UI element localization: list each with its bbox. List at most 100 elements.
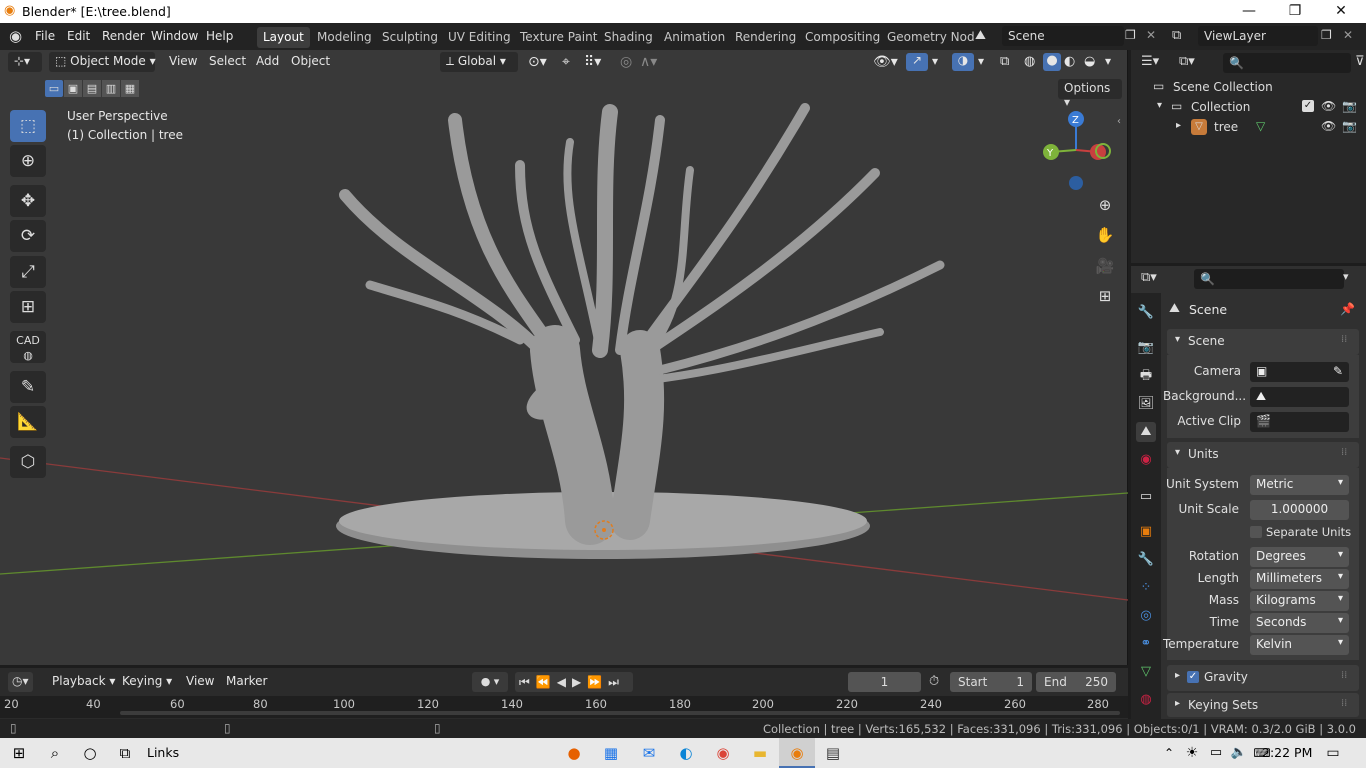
collapse-chevron-icon[interactable]: ▾: [1157, 100, 1162, 111]
object-render-camera-icon[interactable]: 📷: [1342, 119, 1357, 133]
remove-viewlayer-icon[interactable]: ✕: [1343, 28, 1353, 42]
render-tab-icon[interactable]: 📷: [1136, 338, 1156, 358]
select-box-tool[interactable]: ⬚: [10, 110, 46, 142]
start-frame-field[interactable]: Start 1: [950, 672, 1032, 692]
gravity-panel-header[interactable]: ▸ ✓ Gravity ⁞⁞: [1167, 665, 1359, 691]
edge-icon[interactable]: ◐: [675, 743, 697, 763]
scale-tool[interactable]: ⤢: [10, 256, 46, 288]
task-view-icon[interactable]: ⧉: [114, 743, 136, 763]
transform-orientation[interactable]: ⟂ Global ▾: [440, 52, 518, 72]
brightness-icon[interactable]: ☀: [1181, 743, 1203, 763]
links-toolbar[interactable]: Links: [147, 745, 179, 760]
mass-dropdown[interactable]: Kilograms ▾: [1250, 591, 1349, 611]
properties-search-input[interactable]: 🔍: [1194, 269, 1344, 289]
timeline-scrollbar[interactable]: [120, 711, 1120, 715]
falloff-icon[interactable]: ∧▾: [640, 54, 657, 70]
display-mode-icon[interactable]: ⧉▾: [1179, 54, 1195, 69]
units-drag-handle-icon[interactable]: ⁞⁞: [1341, 447, 1347, 458]
rotation-dropdown[interactable]: Degrees ▾: [1250, 547, 1349, 567]
shading-dropdown-icon[interactable]: ▾: [1105, 54, 1111, 68]
expand-chevron-icon[interactable]: ▸: [1176, 120, 1181, 131]
tab-shading[interactable]: Shading: [598, 27, 659, 48]
modifiers-tab-icon[interactable]: 🔧: [1136, 550, 1156, 570]
unit-scale-field[interactable]: 1.000000: [1250, 500, 1349, 520]
units-panel-header[interactable]: ▾ Units ⁞⁞: [1167, 442, 1359, 468]
tab-uv-editing[interactable]: UV Editing: [442, 27, 517, 48]
output-tab-icon[interactable]: 🖶: [1136, 366, 1156, 386]
search-icon[interactable]: ⌕: [44, 743, 66, 763]
measure-tool[interactable]: 📐: [10, 406, 46, 438]
timeline-view-menu[interactable]: View: [186, 674, 214, 688]
viewlayer-field[interactable]: ViewLayer: [1198, 26, 1318, 46]
pin-icon[interactable]: 📌: [1340, 302, 1355, 316]
select-new-icon[interactable]: ▭: [45, 80, 63, 97]
exclude-checkbox[interactable]: ✓: [1302, 100, 1314, 112]
tab-sculpting[interactable]: Sculpting: [376, 27, 444, 48]
new-viewlayer-icon[interactable]: ❐: [1321, 28, 1332, 42]
minimize-button[interactable]: —: [1226, 0, 1272, 23]
current-frame-field[interactable]: 1: [848, 672, 921, 692]
material-tab-icon[interactable]: ◍: [1136, 690, 1156, 710]
tab-layout[interactable]: Layout: [257, 27, 310, 48]
mode-selector[interactable]: ⬚ Object Mode ▾: [49, 52, 156, 72]
timeline-editor-icon[interactable]: ◷▾: [8, 672, 33, 692]
camera-field[interactable]: ▣ ✎: [1250, 362, 1349, 382]
scene-panel-header[interactable]: ▾ Scene ⁞⁞: [1167, 329, 1359, 355]
scene-field[interactable]: Scene: [1002, 26, 1124, 46]
eyedropper-icon[interactable]: ✎: [1333, 364, 1343, 378]
close-button[interactable]: ✕: [1318, 0, 1364, 23]
tray-chevron-icon[interactable]: ⌃: [1158, 743, 1180, 763]
material-shading-icon[interactable]: ◐: [1064, 54, 1075, 69]
editor-type-icon[interactable]: ⊹▾: [8, 52, 42, 72]
playback-controls[interactable]: ⏮⏪◀▶⏩⏭: [515, 672, 633, 692]
transform-tool[interactable]: ⊞: [10, 291, 46, 323]
outliner-object-row[interactable]: ▸ ▽ tree ▽ 👁 📷: [1131, 117, 1366, 137]
render-camera-icon[interactable]: 📷: [1342, 99, 1357, 113]
outliner-search-input[interactable]: 🔍: [1223, 53, 1351, 73]
tab-modeling[interactable]: Modeling: [311, 27, 378, 48]
end-frame-field[interactable]: End 250: [1036, 672, 1116, 692]
keying-menu[interactable]: Keying ▾: [122, 674, 172, 688]
object-visibility-eye-icon[interactable]: 👁: [1321, 119, 1336, 133]
length-dropdown[interactable]: Millimeters ▾: [1250, 569, 1349, 589]
cortana-icon[interactable]: ○: [79, 743, 101, 763]
outliner-editor-icon[interactable]: ☰▾: [1141, 54, 1159, 69]
visibility-icon[interactable]: 👁▾: [873, 54, 898, 70]
gravity-checkbox[interactable]: ✓: [1187, 671, 1199, 683]
add-cube-tool[interactable]: ⬡: [10, 446, 46, 478]
scene-tab-icon[interactable]: ⛰: [1136, 422, 1156, 442]
separate-units-checkbox[interactable]: [1250, 526, 1262, 538]
3d-viewport[interactable]: ⊹▾ ⬚ Object Mode ▾ View Select Add Objec…: [0, 50, 1128, 665]
temperature-dropdown[interactable]: Kelvin ▾: [1250, 635, 1349, 655]
time-dropdown[interactable]: Seconds ▾: [1250, 613, 1349, 633]
menu-render[interactable]: Render: [102, 29, 145, 43]
cursor-tool[interactable]: ⊕: [10, 145, 46, 177]
pivot-icon[interactable]: ⊙▾: [528, 54, 547, 70]
unit-system-dropdown[interactable]: Metric ▾: [1250, 475, 1349, 495]
stopwatch-icon[interactable]: ⏱: [929, 674, 939, 689]
cad-tool[interactable]: CAD ◍: [10, 331, 46, 363]
sidebar-toggle-icon[interactable]: ‹: [1117, 116, 1121, 127]
select-invert-icon[interactable]: ▥: [102, 80, 120, 97]
menu-edit[interactable]: Edit: [67, 29, 90, 43]
windows-start-icon[interactable]: ⊞: [8, 743, 30, 763]
proportional-edit-icon[interactable]: ◎: [620, 54, 632, 70]
maximize-button[interactable]: ❐: [1272, 0, 1318, 23]
annotate-tool[interactable]: ✎: [10, 371, 46, 403]
marker-menu[interactable]: Marker: [226, 674, 267, 688]
notification-icon[interactable]: ▭: [1322, 743, 1344, 763]
solid-shading-icon[interactable]: ●: [1043, 53, 1061, 71]
tab-geometry-nodes[interactable]: Geometry Nod: [881, 27, 981, 48]
keying-sets-panel-header[interactable]: ▸ Keying Sets ⁞⁞: [1167, 693, 1359, 717]
physics-tab-icon[interactable]: ◎: [1136, 606, 1156, 626]
add-menu[interactable]: Add: [256, 54, 279, 68]
timeline-ruler[interactable]: 20 40 60 80 100 120 140 160 180 200 220 …: [0, 696, 1128, 718]
tab-animation[interactable]: Animation: [658, 27, 731, 48]
options-button[interactable]: Options ▾: [1058, 79, 1122, 109]
gizmo-toggle-icon[interactable]: ↗: [906, 53, 928, 71]
volume-icon[interactable]: 🔈: [1228, 743, 1250, 763]
blender-taskbar-icon[interactable]: ◉: [779, 738, 815, 768]
view-layer-tab-icon[interactable]: 🖼: [1136, 394, 1156, 414]
data-tab-icon[interactable]: ▽: [1136, 662, 1156, 682]
gravity-drag-handle-icon[interactable]: ⁞⁞: [1341, 670, 1347, 681]
